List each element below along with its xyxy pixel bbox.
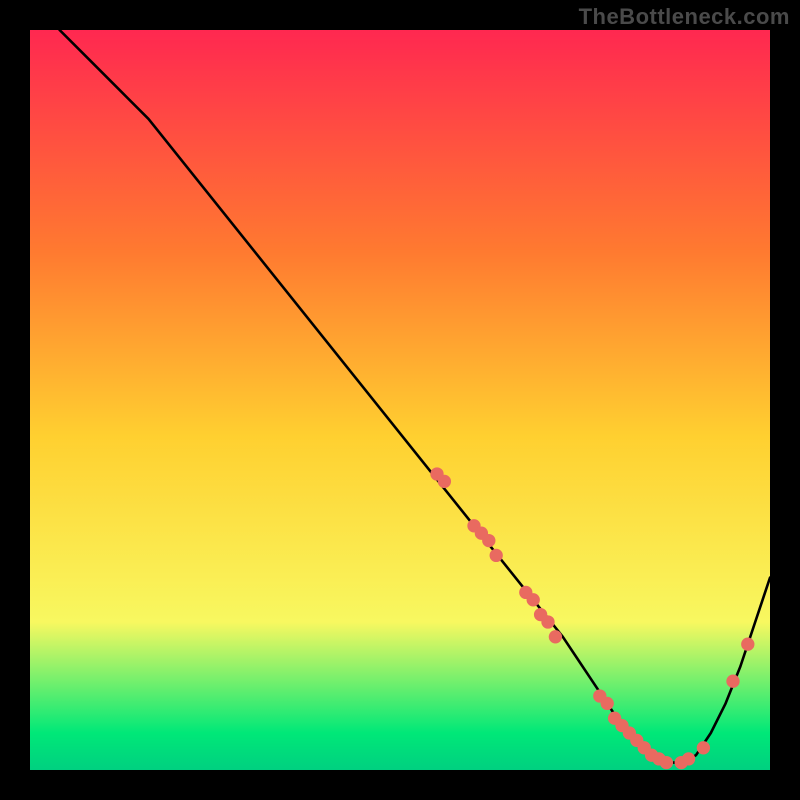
highlighted-point bbox=[438, 475, 451, 488]
highlighted-point bbox=[697, 741, 710, 754]
watermark-text: TheBottleneck.com bbox=[579, 4, 790, 30]
gradient-background bbox=[30, 30, 770, 770]
highlighted-point bbox=[482, 534, 495, 547]
bottleneck-plot bbox=[30, 30, 770, 770]
highlighted-point bbox=[741, 638, 754, 651]
highlighted-point bbox=[549, 630, 562, 643]
highlighted-point bbox=[541, 615, 554, 628]
highlighted-point bbox=[682, 752, 695, 765]
highlighted-point bbox=[601, 697, 614, 710]
highlighted-point bbox=[660, 756, 673, 769]
highlighted-point bbox=[726, 675, 739, 688]
highlighted-point bbox=[490, 549, 503, 562]
chart-frame: TheBottleneck.com bbox=[0, 0, 800, 800]
highlighted-point bbox=[527, 593, 540, 606]
